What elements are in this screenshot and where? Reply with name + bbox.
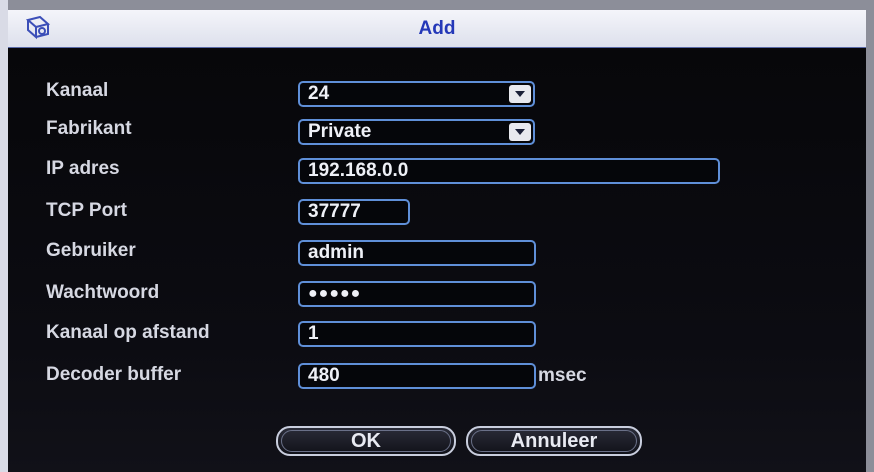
remote-channel-input[interactable]: 1 (298, 321, 536, 347)
decoder-buffer-unit: msec (538, 365, 587, 386)
add-device-dialog: Add Kanaal 24 Fabrikant Private IP adres… (8, 0, 874, 472)
ip-label: IP adres (46, 158, 120, 179)
ip-input[interactable]: 192.168.0.0 (298, 158, 720, 184)
chevron-down-icon[interactable] (509, 123, 531, 141)
dialog-body: Kanaal 24 Fabrikant Private IP adres 192… (8, 48, 866, 472)
ok-button[interactable]: OK (276, 426, 456, 456)
decoder-buffer-label: Decoder buffer (46, 364, 182, 385)
dialog-title: Add (418, 18, 456, 39)
chevron-down-icon[interactable] (509, 85, 531, 103)
gebruiker-label: Gebruiker (46, 240, 136, 261)
kanaal-label: Kanaal (46, 80, 109, 101)
kanaal-value: 24 (308, 83, 330, 104)
kanaal-select[interactable]: 24 (298, 81, 535, 107)
password-input[interactable]: ●●●●● (298, 281, 536, 307)
wachtwoord-label: Wachtwoord (46, 282, 160, 303)
tcp-port-label: TCP Port (46, 200, 127, 221)
fabrikant-select[interactable]: Private (298, 119, 535, 145)
tcp-port-input[interactable]: 37777 (298, 199, 410, 225)
fabrikant-label: Fabrikant (46, 118, 132, 139)
cancel-button[interactable]: Annuleer (466, 426, 642, 456)
fabrikant-value: Private (308, 121, 372, 142)
decoder-buffer-input[interactable]: 480 (298, 363, 536, 389)
remote-channel-label: Kanaal op afstand (46, 322, 210, 343)
ok-button-frame (281, 430, 451, 452)
title-bar: Add (8, 10, 866, 49)
gebruiker-input[interactable]: admin (298, 240, 536, 266)
cancel-button-frame (471, 430, 637, 452)
